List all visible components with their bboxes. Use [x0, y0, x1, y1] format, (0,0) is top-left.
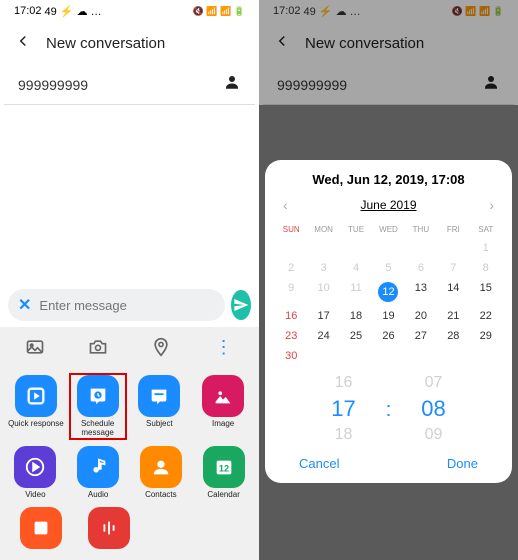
status-time: 17:02	[14, 5, 42, 17]
message-input-row: ✕	[0, 283, 259, 327]
app-quick-response[interactable]: Quick response	[7, 375, 65, 438]
message-input[interactable]	[39, 298, 215, 313]
app-subject[interactable]: Subject	[130, 375, 188, 438]
gallery-icon[interactable]	[23, 335, 47, 359]
app-header: New conversation	[0, 22, 259, 65]
next-month-icon[interactable]: ›	[489, 197, 494, 213]
cal-day[interactable]: 1	[470, 238, 502, 258]
cancel-button[interactable]: Cancel	[299, 456, 339, 471]
done-button[interactable]: Done	[447, 456, 478, 471]
time-picker[interactable]: 16 17 18 : 07 08 09	[275, 372, 502, 446]
recipient-row: 999999999	[4, 65, 255, 105]
page-title: New conversation	[46, 35, 165, 52]
cal-day-selected[interactable]: 12	[372, 278, 404, 306]
send-button[interactable]	[231, 290, 251, 320]
recipient-number: 999999999	[18, 77, 88, 93]
app-image[interactable]: Image	[194, 375, 252, 438]
month-label[interactable]: June 2019	[360, 198, 416, 212]
toolbar: ⋮	[0, 327, 259, 367]
app-calendar[interactable]: 12 Calendar	[195, 446, 253, 500]
svg-text:12: 12	[219, 463, 229, 473]
close-icon[interactable]: ✕	[18, 295, 31, 315]
app-contacts[interactable]: Contacts	[132, 446, 190, 500]
schedule-dialog: Wed, Jun 12, 2019, 17:08 ‹ June 2019 › S…	[265, 160, 512, 483]
calendar-grid: SUN MON TUE WED THU FRI SAT 1 2345678 91…	[275, 221, 502, 366]
app-audio[interactable]: Audio	[69, 446, 127, 500]
dialog-date-header: Wed, Jun 12, 2019, 17:08	[275, 172, 502, 187]
app-schedule-message[interactable]: Schedule message	[69, 373, 127, 440]
back-icon[interactable]	[14, 32, 32, 55]
contact-icon[interactable]	[223, 73, 241, 96]
apps-grid: Quick response Schedule message Subject …	[0, 367, 259, 560]
status-right-icons: 🔇 📶 📶 🔋	[193, 6, 245, 17]
prev-month-icon[interactable]: ‹	[283, 197, 288, 213]
status-bar: 17:0249 ⚡ ☁ … 🔇 📶 📶 🔋	[0, 0, 259, 22]
location-icon[interactable]	[149, 335, 173, 359]
app-video[interactable]: Video	[6, 446, 64, 500]
more-icon[interactable]: ⋮	[212, 335, 236, 359]
hour-column[interactable]: 16 17 18	[331, 372, 355, 446]
app-unknown-1[interactable]	[12, 507, 70, 549]
status-left-icons: 49 ⚡ ☁ …	[45, 5, 102, 18]
camera-icon[interactable]	[86, 335, 110, 359]
minute-column[interactable]: 07 08 09	[421, 372, 445, 446]
app-unknown-2[interactable]	[80, 507, 138, 549]
